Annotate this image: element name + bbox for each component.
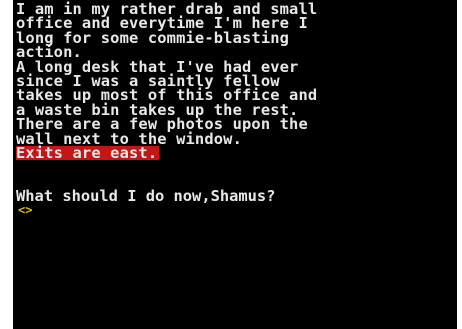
exits-highlight: Exits are east.: [16, 143, 160, 162]
text-output: I am in my rather drab and small office …: [16, 1, 456, 218]
game-screen: I am in my rather drab and small office …: [13, 0, 457, 329]
exits-line: Exits are east.: [16, 143, 456, 162]
description-line: long for some commie-blasting: [16, 28, 290, 47]
input-cursor[interactable]: <>: [18, 203, 456, 217]
command-prompt: What should I do now,Shamus?: [16, 187, 276, 206]
